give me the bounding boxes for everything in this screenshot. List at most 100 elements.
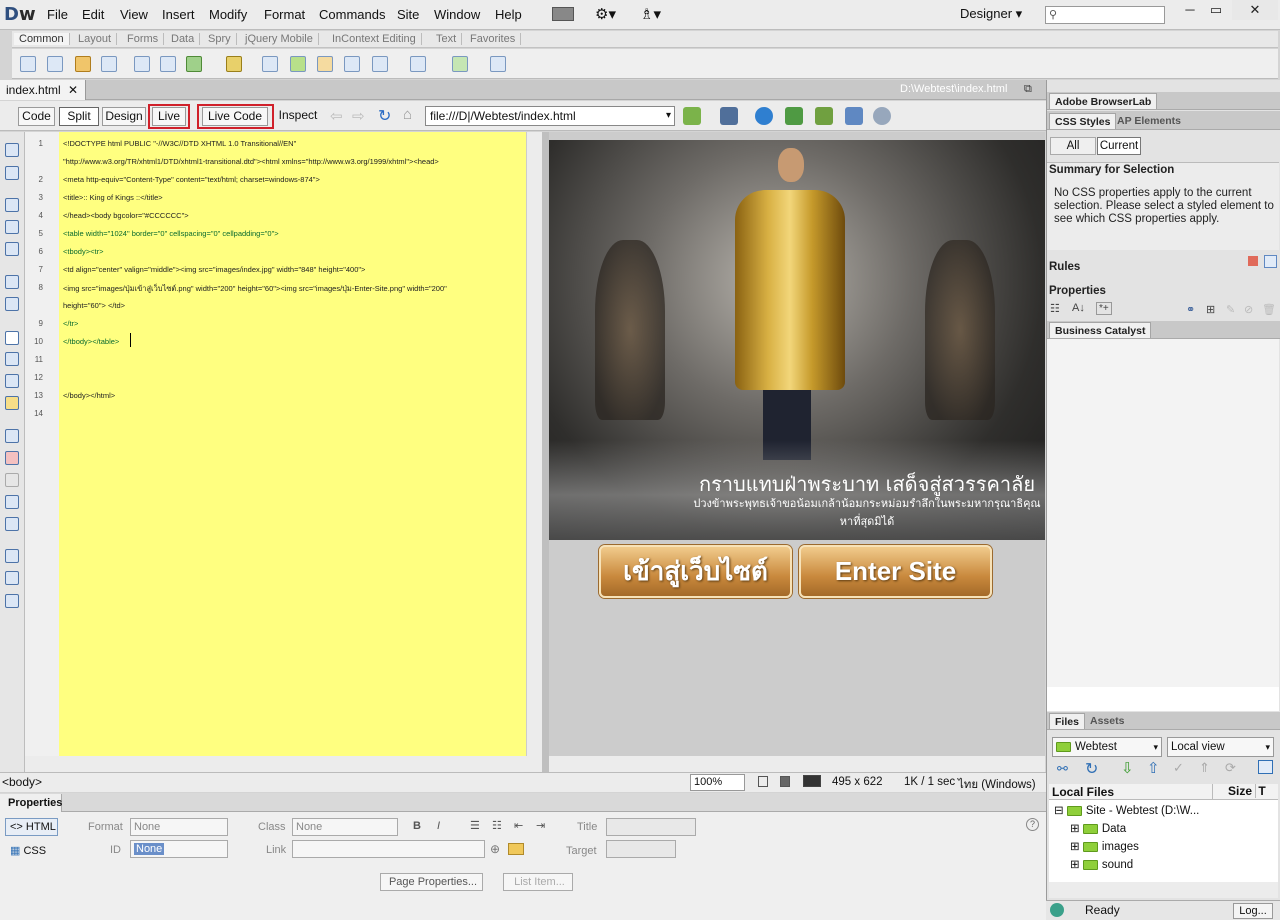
- code-vertical-scrollbar[interactable]: [526, 132, 542, 756]
- log-button[interactable]: Log...: [1233, 903, 1273, 919]
- balance-braces-icon[interactable]: [5, 297, 19, 311]
- split-divider[interactable]: [542, 132, 549, 772]
- connect-icon[interactable]: ⚯: [1057, 761, 1068, 777]
- live-view-options-icon[interactable]: [683, 107, 701, 125]
- document-tab[interactable]: index.html ✕: [0, 80, 86, 100]
- media-icon[interactable]: [226, 56, 242, 72]
- show-code-navigator-icon[interactable]: [5, 166, 19, 180]
- tab-forms[interactable]: Forms: [122, 33, 165, 45]
- code-horizontal-scrollbar[interactable]: [25, 756, 542, 772]
- refresh-files-icon[interactable]: ↻: [1085, 759, 1098, 779]
- hr-icon[interactable]: [101, 56, 117, 72]
- put-files-icon[interactable]: ⇧: [1147, 759, 1160, 777]
- table-icon[interactable]: [134, 56, 150, 72]
- menu-file[interactable]: File: [47, 7, 68, 22]
- browser-compatibility-icon[interactable]: [845, 107, 863, 125]
- maximize-button[interactable]: ▭: [1200, 0, 1232, 20]
- back-arrow-icon[interactable]: ⇦: [330, 107, 343, 125]
- menu-commands[interactable]: Commands: [319, 7, 385, 22]
- ordered-list-icon[interactable]: ☷: [492, 819, 502, 832]
- show-info-icon[interactable]: [1264, 255, 1277, 268]
- home-icon[interactable]: ⌂: [403, 106, 412, 123]
- open-documents-icon[interactable]: [5, 143, 19, 157]
- current-button[interactable]: Current: [1097, 137, 1141, 155]
- outdent-text-icon[interactable]: ⇤: [514, 819, 523, 832]
- server-side-include-icon[interactable]: [290, 56, 306, 72]
- site-select[interactable]: Webtest ▾: [1052, 737, 1162, 757]
- snippet-icon[interactable]: [490, 56, 506, 72]
- tree-node-images[interactable]: ⊞ images: [1070, 839, 1139, 853]
- browserlab-tab[interactable]: Adobe BrowserLab: [1049, 93, 1158, 109]
- tag-body[interactable]: <body>: [2, 775, 42, 789]
- check-in-icon[interactable]: ⇑: [1199, 760, 1210, 776]
- help-icon[interactable]: ?: [1026, 818, 1039, 831]
- category-view-icon[interactable]: ☷: [1050, 302, 1060, 315]
- highlight-invalid-code-icon[interactable]: [5, 352, 19, 366]
- link-input[interactable]: [292, 840, 485, 858]
- files-scrollbar[interactable]: [1049, 882, 1278, 898]
- set-properties-icon[interactable]: *+: [1096, 302, 1112, 315]
- tab-common[interactable]: Common: [14, 33, 70, 45]
- menu-help[interactable]: Help: [495, 7, 522, 22]
- disable-property-icon[interactable]: ⊘: [1244, 303, 1253, 316]
- all-button[interactable]: All: [1050, 137, 1096, 155]
- site-icon[interactable]: ♗▾: [640, 5, 661, 23]
- line-numbers-icon[interactable]: [5, 331, 19, 345]
- point-to-file-icon[interactable]: ⊕: [490, 842, 500, 856]
- menu-view[interactable]: View: [120, 7, 148, 22]
- restore-icon[interactable]: ⧉: [1024, 83, 1032, 96]
- preview-in-browser-icon[interactable]: [755, 107, 773, 125]
- files-tab[interactable]: Files: [1049, 713, 1085, 729]
- wrap-tag-icon[interactable]: [5, 473, 19, 487]
- check-out-icon[interactable]: ✓: [1173, 760, 1184, 776]
- local-files-header[interactable]: Local Files: [1052, 785, 1114, 799]
- attach-stylesheet-icon[interactable]: ⚭: [1186, 303, 1195, 316]
- split-view-button[interactable]: Split: [59, 107, 99, 126]
- css-mode-button[interactable]: ▦ CSS: [10, 844, 46, 857]
- move-css-icon[interactable]: [5, 517, 19, 531]
- remove-comment-icon[interactable]: [5, 451, 19, 465]
- close-button[interactable]: ✕: [1232, 0, 1278, 20]
- ap-elements-tab[interactable]: AP Elements: [1112, 113, 1186, 129]
- head-icon[interactable]: [344, 56, 360, 72]
- live-code-button[interactable]: Live Code: [202, 107, 268, 126]
- enter-site-button[interactable]: Enter Site: [799, 545, 992, 598]
- hyperlink-icon[interactable]: [20, 56, 36, 72]
- select-parent-tag-icon[interactable]: [5, 275, 19, 289]
- tree-node-sound[interactable]: ⊞ sound: [1070, 857, 1133, 871]
- page-properties-button[interactable]: Page Properties...: [380, 873, 483, 891]
- format-select[interactable]: None: [130, 818, 228, 836]
- named-anchor-icon[interactable]: [75, 56, 91, 72]
- bold-icon[interactable]: B: [413, 820, 421, 832]
- indent-icon[interactable]: [5, 549, 19, 563]
- format-source-icon[interactable]: [5, 594, 19, 608]
- tab-text[interactable]: Text: [431, 33, 463, 45]
- design-view-button[interactable]: Design: [102, 107, 146, 126]
- collapse-full-tag-icon[interactable]: [5, 198, 19, 212]
- tab-incontext-editing[interactable]: InContext Editing: [327, 33, 422, 45]
- hand-tool-icon[interactable]: [780, 776, 790, 787]
- image-icon[interactable]: [186, 56, 202, 72]
- alphabetical-view-icon[interactable]: A↓: [1072, 302, 1085, 314]
- recent-snippets-icon[interactable]: [5, 495, 19, 509]
- apply-comment-icon[interactable]: [5, 429, 19, 443]
- multiscreen-icon[interactable]: [720, 107, 738, 125]
- tab-spry[interactable]: Spry: [203, 33, 237, 45]
- tab-favorites[interactable]: Favorites: [465, 33, 522, 45]
- zoom-select[interactable]: 100%: [690, 774, 745, 791]
- get-files-icon[interactable]: ⇩: [1121, 759, 1134, 777]
- css-styles-tab[interactable]: CSS Styles: [1049, 113, 1117, 129]
- forward-arrow-icon[interactable]: ⇨: [352, 107, 365, 125]
- email-link-icon[interactable]: [47, 56, 63, 72]
- new-css-rule-icon[interactable]: ⊞: [1206, 303, 1215, 316]
- business-catalyst-tab[interactable]: Business Catalyst: [1049, 322, 1152, 338]
- w3c-validation-icon[interactable]: [815, 107, 833, 125]
- code-editor[interactable]: [59, 132, 526, 756]
- tag-chooser-icon[interactable]: [452, 56, 468, 72]
- menu-site[interactable]: Site: [397, 7, 419, 22]
- size-header[interactable]: Size T: [1212, 784, 1266, 800]
- file-management-icon[interactable]: [785, 107, 803, 125]
- word-wrap-icon[interactable]: [5, 374, 19, 388]
- synchronize-icon[interactable]: ⟳: [1225, 760, 1236, 776]
- show-cascade-icon[interactable]: [1248, 256, 1258, 266]
